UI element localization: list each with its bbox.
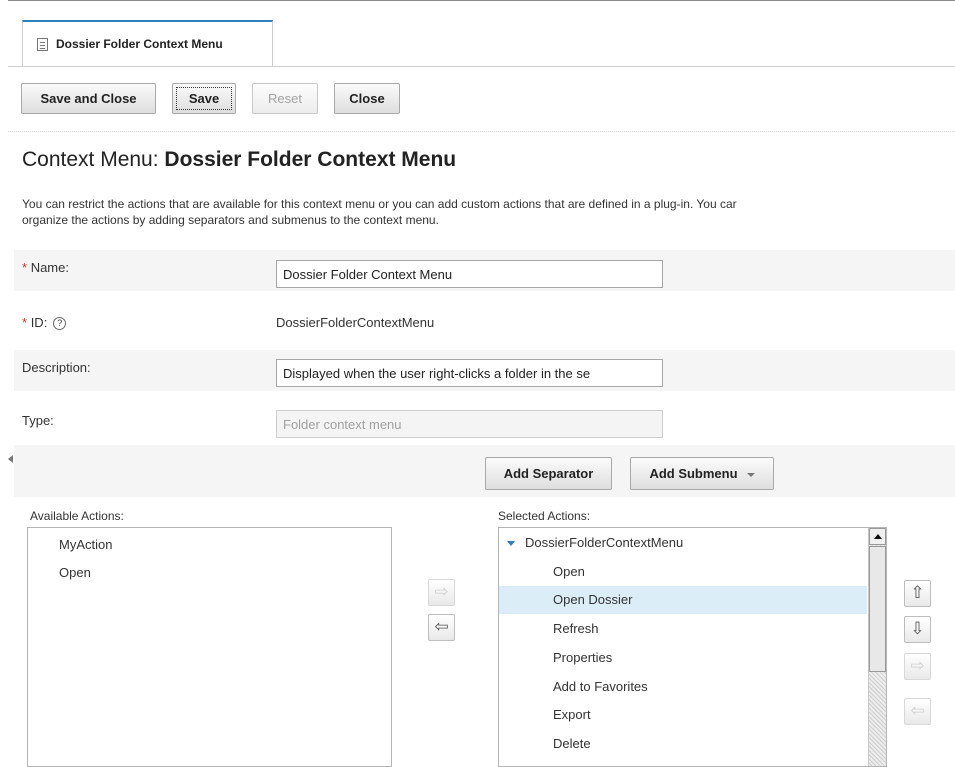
name-label: * Name: bbox=[22, 253, 69, 283]
name-label-text: Name: bbox=[30, 260, 69, 275]
remove-action-arrow-icon[interactable]: ⇦ bbox=[428, 614, 455, 641]
available-actions-label: Available Actions: bbox=[30, 509, 124, 523]
type-row: Type: bbox=[14, 400, 955, 441]
selected-action-item[interactable]: Open bbox=[499, 558, 867, 586]
description-field[interactable] bbox=[276, 359, 663, 387]
collapse-left-icon[interactable] bbox=[8, 455, 13, 463]
required-marker: * bbox=[22, 260, 28, 275]
tab-label: Dossier Folder Context Menu bbox=[56, 37, 223, 51]
add-action-arrow-icon[interactable]: ⇨ bbox=[428, 579, 455, 606]
selected-actions-tree[interactable]: DossierFolderContextMenu Open Open Dossi… bbox=[498, 527, 887, 767]
intro-text: You can restrict the actions that are av… bbox=[22, 196, 955, 228]
help-icon[interactable]: ? bbox=[53, 317, 67, 331]
chevron-down-icon bbox=[746, 472, 755, 477]
submenu-outdent-arrow-icon[interactable]: ⇦ bbox=[904, 698, 931, 725]
name-row: * Name: bbox=[14, 250, 955, 291]
selected-action-item[interactable]: Add to Favorites bbox=[499, 673, 867, 701]
selected-action-item[interactable]: Refresh bbox=[499, 615, 867, 643]
id-value: DossierFolderContextMenu bbox=[276, 315, 435, 330]
id-label-text: ID: bbox=[30, 315, 48, 330]
scroll-up-arrow-icon[interactable] bbox=[869, 528, 886, 545]
add-submenu-label: Add Submenu bbox=[649, 466, 738, 481]
id-row: * ID:? DossierFolderContextMenu bbox=[14, 302, 955, 343]
add-separator-button[interactable]: Add Separator bbox=[485, 457, 612, 490]
available-action-item[interactable]: Open bbox=[59, 565, 91, 580]
tree-root-label: DossierFolderContextMenu bbox=[525, 535, 684, 550]
move-down-arrow-icon[interactable]: ⇩ bbox=[904, 616, 931, 643]
add-submenu-button[interactable]: Add Submenu bbox=[630, 457, 774, 490]
move-up-arrow-icon[interactable]: ⇧ bbox=[904, 580, 931, 607]
id-label: * ID:? bbox=[22, 308, 67, 338]
vertical-scrollbar[interactable] bbox=[868, 528, 886, 766]
selected-action-item[interactable]: Properties bbox=[499, 644, 867, 672]
toolbar-divider bbox=[8, 131, 955, 132]
available-action-item[interactable]: MyAction bbox=[59, 537, 112, 552]
page-title-prefix: Context Menu: bbox=[22, 148, 165, 171]
editor-tab-bar: Dossier Folder Context Menu bbox=[8, 20, 955, 67]
tab-dossier-folder-context-menu[interactable]: Dossier Folder Context Menu bbox=[22, 20, 273, 66]
document-icon bbox=[37, 37, 48, 51]
close-button[interactable]: Close bbox=[334, 83, 400, 114]
selected-actions-label: Selected Actions: bbox=[498, 509, 591, 523]
save-button[interactable]: Save bbox=[172, 83, 236, 114]
tree-root-item[interactable]: DossierFolderContextMenu bbox=[499, 529, 867, 557]
selected-action-item-highlighted[interactable]: Open Dossier bbox=[499, 586, 867, 614]
reset-button[interactable]: Reset bbox=[252, 83, 318, 114]
page-title-name: Dossier Folder Context Menu bbox=[164, 148, 457, 171]
selected-action-item[interactable]: Delete bbox=[499, 730, 867, 758]
intro-line-2: organize the actions by adding separator… bbox=[22, 213, 439, 227]
selected-action-item[interactable]: Export bbox=[499, 701, 867, 729]
type-label: Type: bbox=[22, 413, 54, 428]
description-label: Description: bbox=[22, 360, 91, 375]
save-and-close-button[interactable]: Save and Close bbox=[21, 83, 156, 114]
description-row: Description: bbox=[14, 350, 955, 391]
expand-triangle-icon[interactable] bbox=[507, 541, 515, 547]
window-top-border bbox=[8, 0, 955, 1]
scroll-thumb[interactable] bbox=[869, 546, 886, 672]
available-actions-list[interactable]: MyAction Open bbox=[27, 527, 392, 767]
type-field bbox=[276, 410, 663, 438]
page-title: Context Menu: Dossier Folder Context Men… bbox=[22, 148, 456, 172]
name-field[interactable] bbox=[276, 260, 663, 288]
submenu-indent-arrow-icon[interactable]: ⇨ bbox=[904, 653, 931, 680]
required-marker: * bbox=[22, 315, 28, 330]
intro-line-1: You can restrict the actions that are av… bbox=[22, 197, 737, 211]
